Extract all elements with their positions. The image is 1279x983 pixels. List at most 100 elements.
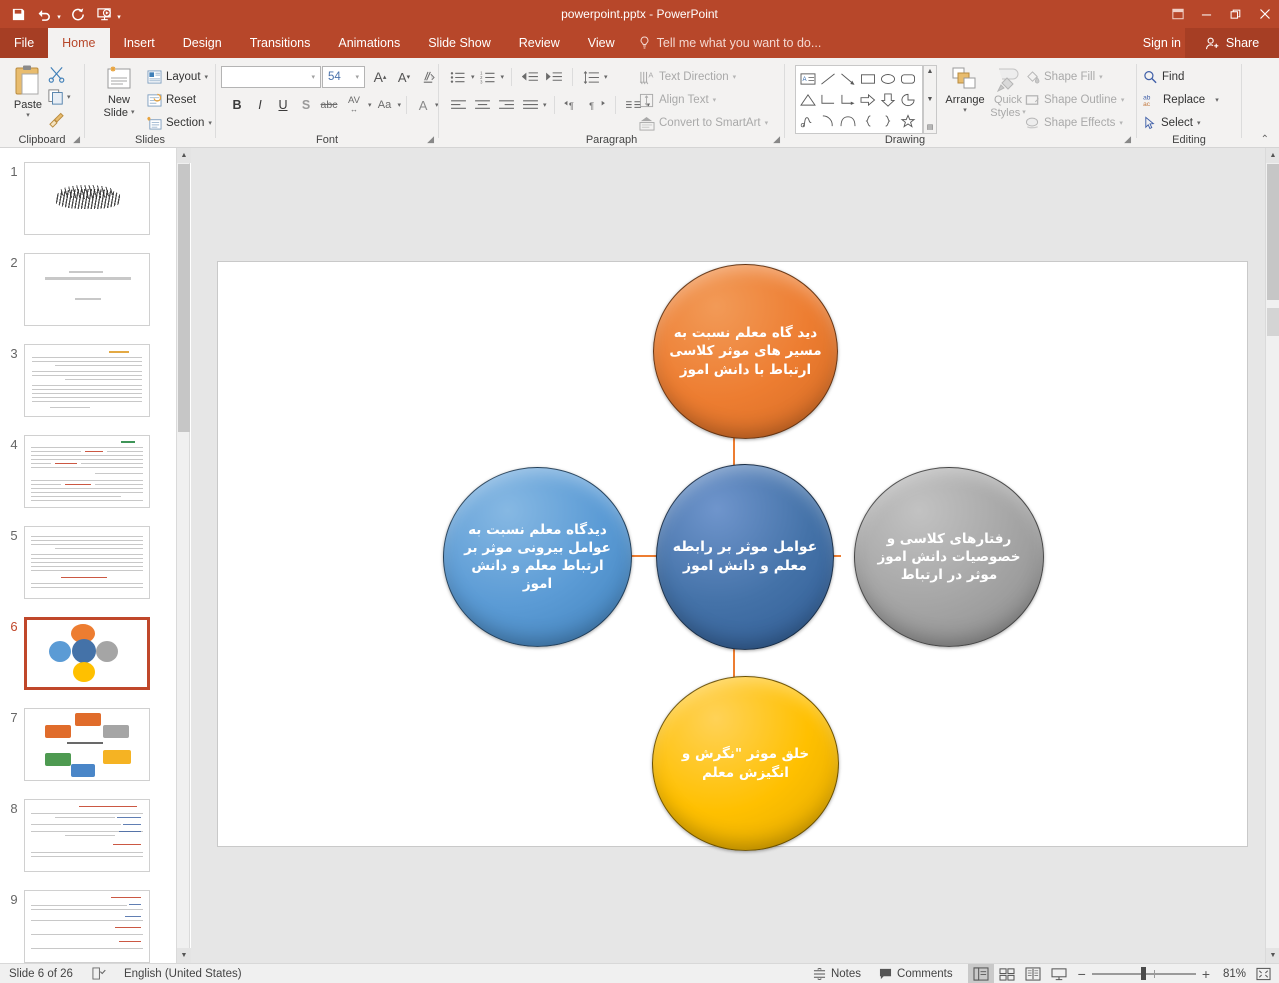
diagram-node-left[interactable]: دیدگاه معلم نسبت به عوامل بیرونی موثر بر… (443, 467, 632, 647)
thumbnail-scroll-thumb[interactable] (178, 164, 190, 432)
numbering-dropdown-icon[interactable]: ▾ (501, 73, 505, 81)
format-painter-button[interactable] (48, 112, 65, 133)
underline-button[interactable]: U (272, 94, 294, 116)
font-size-input[interactable]: 54 ▾ (322, 66, 365, 88)
shape-outline-button[interactable]: Shape Outline ▾ (1025, 89, 1124, 111)
change-case-dropdown-icon[interactable]: ▾ (398, 101, 402, 109)
tab-home[interactable]: Home (48, 28, 110, 58)
shape-curve-icon[interactable] (838, 110, 858, 131)
cut-button[interactable] (48, 66, 65, 88)
thumbnail-slide-3[interactable]: 3 (0, 344, 176, 417)
thumbnail-preview[interactable] (24, 162, 150, 235)
section-button[interactable]: Section ▾ (147, 112, 212, 134)
shape-arc-icon[interactable] (818, 110, 838, 131)
shape-right-arrow-icon[interactable] (858, 89, 878, 110)
shape-rectangle-icon[interactable] (858, 68, 878, 89)
thumbnail-preview[interactable] (24, 617, 150, 690)
copy-dropdown-icon[interactable]: ▾ (67, 93, 71, 101)
text-direction-button[interactable]: A Text Direction ▾ (639, 66, 736, 88)
shape-elbow-arrow-icon[interactable] (838, 89, 858, 110)
font-color-button[interactable]: A (412, 94, 434, 116)
thumbnail-scroll-down-icon[interactable]: ▼ (177, 948, 191, 963)
rtl-text-direction-button[interactable]: ¶ (586, 94, 608, 116)
thumbnail-preview[interactable] (24, 799, 150, 872)
tab-design[interactable]: Design (169, 28, 236, 58)
gallery-scroll-up-icon[interactable]: ▲ (927, 68, 934, 75)
shape-textbox-icon[interactable]: A (798, 68, 818, 89)
diagram-node-top[interactable]: دید گاه معلم نسبت به مسیر های موثر کلاسی… (653, 264, 838, 439)
tab-animations[interactable]: Animations (324, 28, 414, 58)
change-case-button[interactable]: Aa (373, 94, 397, 116)
ltr-text-direction-button[interactable]: ¶ (562, 94, 584, 116)
layout-button[interactable]: Layout ▾ (147, 66, 208, 88)
tab-slide-show[interactable]: Slide Show (414, 28, 505, 58)
decrease-font-size-button[interactable]: A ▾ (393, 66, 415, 88)
shape-fill-dropdown-icon[interactable]: ▾ (1099, 73, 1103, 81)
thumbnail-slide-8[interactable]: 8 (0, 799, 176, 872)
align-right-button[interactable] (495, 94, 517, 116)
sign-in-button[interactable]: Sign in (1143, 28, 1181, 58)
shapes-gallery-scrollbar[interactable]: ▲ ▼ ▤ (923, 65, 937, 134)
thumbnail-preview[interactable] (24, 890, 150, 963)
align-center-button[interactable] (471, 94, 493, 116)
arrange-dropdown-icon[interactable]: ▾ (963, 107, 967, 115)
tab-view[interactable]: View (574, 28, 629, 58)
decrease-indent-button[interactable] (519, 66, 541, 88)
slide-scroll-up-icon[interactable]: ▲ (1266, 148, 1279, 163)
font-dialog-launcher[interactable]: ◢ (427, 134, 434, 145)
language-indicator[interactable]: English (United States) (115, 964, 251, 983)
numbering-button[interactable]: 123 (477, 66, 499, 88)
start-slideshow-icon[interactable] (92, 3, 116, 25)
font-size-dropdown-icon[interactable]: ▾ (350, 73, 364, 81)
shape-scribble-icon[interactable] (798, 110, 818, 131)
undo-dropdown-icon[interactable]: ▾ (54, 3, 64, 25)
shape-effects-dropdown-icon[interactable]: ▾ (1119, 119, 1123, 127)
normal-view-button[interactable] (967, 963, 994, 983)
paste-dropdown-icon[interactable]: ▾ (26, 112, 30, 120)
minimize-button[interactable] (1192, 0, 1221, 28)
slide-area-scrollbar[interactable]: ▲ ▼ (1265, 148, 1279, 963)
align-text-button[interactable]: Align Text ▾ (639, 89, 716, 111)
select-button[interactable]: Select ▾ (1143, 112, 1200, 134)
new-slide-button[interactable]: New Slide ▾ (95, 64, 143, 119)
shape-left-brace-icon[interactable] (858, 110, 878, 131)
increase-indent-button[interactable] (543, 66, 565, 88)
tab-insert[interactable]: Insert (110, 28, 169, 58)
notes-button[interactable]: Notes (804, 964, 870, 983)
bullets-dropdown-icon[interactable]: ▾ (471, 73, 475, 81)
thumbnail-slide-7[interactable]: 7 (0, 708, 176, 781)
clear-formatting-button[interactable] (417, 66, 439, 88)
justify-button[interactable] (519, 94, 541, 116)
replace-button[interactable]: ab ac Replace ▾ (1143, 89, 1219, 111)
thumbnail-preview[interactable] (24, 526, 150, 599)
thumbnail-slide-1[interactable]: 1 (0, 162, 176, 235)
text-shadow-button[interactable]: S (295, 94, 317, 116)
zoom-in-button[interactable]: + (1196, 964, 1216, 983)
thumbnail-scroll-up-icon[interactable]: ▲ (177, 148, 191, 163)
reading-view-button[interactable] (1020, 964, 1046, 983)
character-spacing-dropdown-icon[interactable]: ▾ (368, 101, 372, 109)
find-button[interactable]: Find (1143, 66, 1184, 88)
align-text-dropdown-icon[interactable]: ▾ (713, 96, 717, 104)
save-icon[interactable] (6, 3, 30, 25)
slide-number-indicator[interactable]: Slide 6 of 26 (0, 964, 82, 983)
gallery-expand-icon[interactable]: ▤ (927, 123, 934, 131)
thumbnail-slide-6[interactable]: 6 (0, 617, 176, 690)
strikethrough-button[interactable]: abc (318, 94, 340, 116)
shape-effects-button[interactable]: Shape Effects ▾ (1025, 112, 1123, 134)
tell-me-search[interactable]: Tell me what you want to do... (629, 28, 832, 58)
spell-check-status[interactable] (82, 964, 115, 983)
shape-right-brace-icon[interactable] (878, 110, 898, 131)
collapse-ribbon-button[interactable]: ⌃ (1261, 134, 1269, 145)
copy-button[interactable]: ▾ (48, 89, 71, 105)
close-button[interactable] (1250, 0, 1279, 28)
shape-outline-dropdown-icon[interactable]: ▾ (1121, 96, 1125, 104)
diagram-node-bottom[interactable]: خلق موثر "نگرش و انگیزش معلم (652, 676, 839, 851)
slideshow-view-button[interactable] (1046, 964, 1072, 983)
zoom-slider-handle[interactable] (1140, 967, 1146, 980)
thumbnail-slide-2[interactable]: 2 (0, 253, 176, 326)
zoom-level-button[interactable]: 81% (1216, 964, 1252, 983)
gallery-scroll-down-icon[interactable]: ▼ (927, 96, 934, 103)
thumbnail-preview[interactable] (24, 435, 150, 508)
font-name-dropdown-icon[interactable]: ▾ (306, 73, 320, 81)
